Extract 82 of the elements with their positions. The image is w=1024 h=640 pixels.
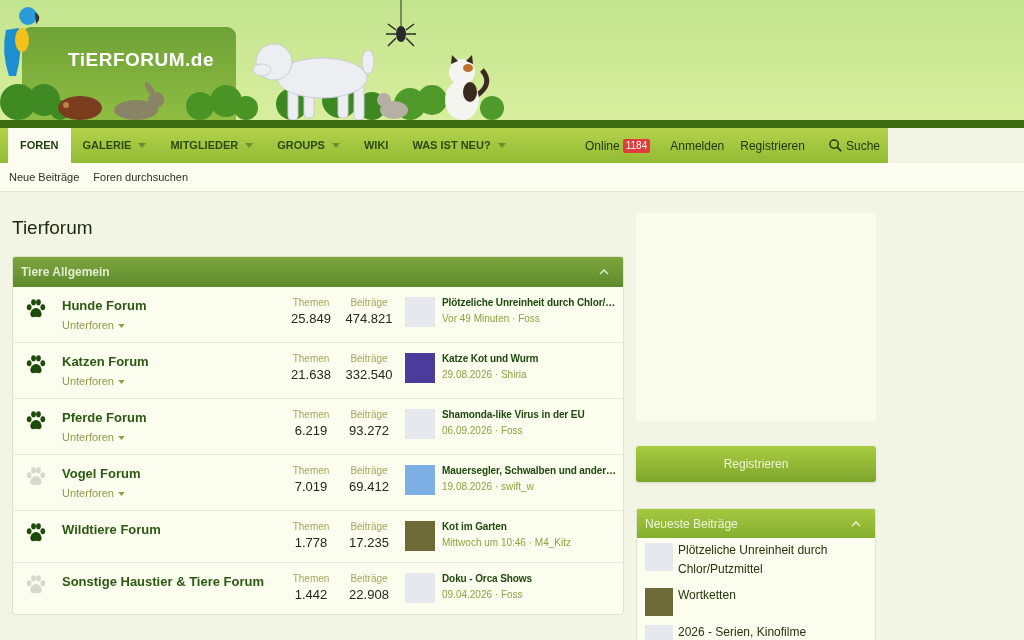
post-meta: Vor 49 Minuten · Foss <box>442 313 540 325</box>
search-link[interactable]: Suche <box>828 136 880 155</box>
stat-label: Beiträge <box>350 465 388 477</box>
forum-title[interactable]: Wildtiere Forum <box>62 521 161 539</box>
thread-link[interactable]: Wortketten <box>678 586 736 605</box>
stat-label: Beiträge <box>350 521 388 533</box>
thread-title[interactable]: Kot im Garten <box>442 521 507 533</box>
post-meta: 29.08.2026 · Shiria <box>442 369 527 381</box>
forum-title[interactable]: Katzen Forum <box>62 353 149 371</box>
caret-icon <box>245 143 254 148</box>
stat-value: 1.442 <box>294 586 328 604</box>
stat-value: 1.778 <box>294 534 328 552</box>
post-meta: Mittwoch um 10:46 · M4_Kitz <box>442 537 571 549</box>
stat-value: 21.638 <box>291 366 331 384</box>
stat-value: 7.019 <box>294 478 328 496</box>
post-meta: 19.08.2026 · swift_w <box>442 481 534 493</box>
avatar-placeholder[interactable] <box>405 353 435 383</box>
stat-value: 474.821 <box>345 310 393 328</box>
avatar-placeholder[interactable] <box>405 465 435 495</box>
widget-title: Neueste Beiträge <box>645 515 738 533</box>
online-link[interactable]: Online <box>585 136 620 155</box>
search-icon <box>828 139 842 152</box>
nav-tab[interactable]: WAS IST NEU? <box>400 128 518 163</box>
spider-drawing <box>385 0 417 47</box>
thread-title[interactable]: Doku - Orca Shows <box>442 573 532 585</box>
stat-label: Beiträge <box>350 297 388 309</box>
thread-link[interactable]: 2026 - Serien, Kinofilme <box>678 623 807 640</box>
stat-label: Themen <box>292 353 330 365</box>
thread-link[interactable]: Plötzeliche Unreinheit durch Chlor/Putzmittel <box>678 541 866 579</box>
stat-label: Themen <box>292 465 330 477</box>
nav-link[interactable]: Registrieren <box>740 136 805 155</box>
stat-label: Beiträge <box>350 573 388 585</box>
stat-label: Themen <box>292 409 330 421</box>
caret-icon <box>118 491 125 496</box>
post-meta: 09.04.2026 · Foss <box>442 589 523 601</box>
stat-label: Beiträge <box>350 409 388 421</box>
avatar-placeholder[interactable] <box>645 588 673 616</box>
stat-label: Themen <box>292 573 330 585</box>
forum-title[interactable]: Hunde Forum <box>62 297 147 315</box>
thread-title[interactable]: Katze Kot und Wurm <box>442 353 539 365</box>
page-title: Tierforum <box>12 216 94 240</box>
subnav-link[interactable]: Neue Beiträge <box>9 168 80 186</box>
thread-title[interactable]: Plötzeliche Unreinheit durch Chlor/… <box>442 297 616 309</box>
forum-title[interactable]: Sonstige Haustier & Tiere Forum <box>62 573 265 591</box>
forum-title[interactable]: Pferde Forum <box>62 409 147 427</box>
stat-value: 22.908 <box>349 586 389 604</box>
nav-tab[interactable]: GROUPS <box>265 128 352 163</box>
stat-label: Themen <box>292 297 330 309</box>
stat-label: Themen <box>292 521 330 533</box>
rabbit-drawing <box>114 82 164 120</box>
nav-tab[interactable]: GALERIE <box>70 128 159 163</box>
stat-value: 6.219 <box>294 422 328 440</box>
stat-value: 332.540 <box>345 366 393 384</box>
caret-icon <box>497 143 506 148</box>
nav-link[interactable]: Anmelden <box>670 136 725 155</box>
forum-title[interactable]: Vogel Forum <box>62 465 141 483</box>
online-count-badge: 1184 <box>622 138 651 153</box>
stat-value: 93.272 <box>349 422 389 440</box>
post-meta: 06.09.2026 · Foss <box>442 425 523 437</box>
stat-value: 17.235 <box>349 534 389 552</box>
collapse-icon[interactable] <box>851 520 861 527</box>
bush-drawing <box>186 85 258 120</box>
caret-icon <box>331 143 340 148</box>
caret-icon <box>118 435 125 440</box>
parrot-drawing <box>4 7 40 76</box>
thread-title[interactable]: Mauersegler, Schwalben und ander… <box>442 465 616 477</box>
stat-label: Beiträge <box>350 353 388 365</box>
nav-tab[interactable]: FOREN <box>8 128 71 163</box>
caret-icon <box>118 323 125 328</box>
stat-value: 69.412 <box>349 478 389 496</box>
guinea-pig-drawing <box>58 96 102 120</box>
avatar-placeholder[interactable] <box>405 521 435 551</box>
collapse-icon[interactable] <box>599 269 609 275</box>
stat-value: 25.849 <box>291 310 331 328</box>
caret-icon <box>138 143 147 148</box>
nav-tab[interactable]: MITGLIEDER <box>158 128 266 163</box>
hamster-drawing <box>377 93 408 119</box>
thread-title[interactable]: Shamonda-like Virus in der EU <box>442 409 585 421</box>
nav-tab[interactable]: WIKI <box>351 128 401 163</box>
cat-drawing <box>445 55 490 120</box>
subnav-link[interactable]: Foren durchsuchen <box>93 168 189 186</box>
caret-icon <box>118 379 125 384</box>
